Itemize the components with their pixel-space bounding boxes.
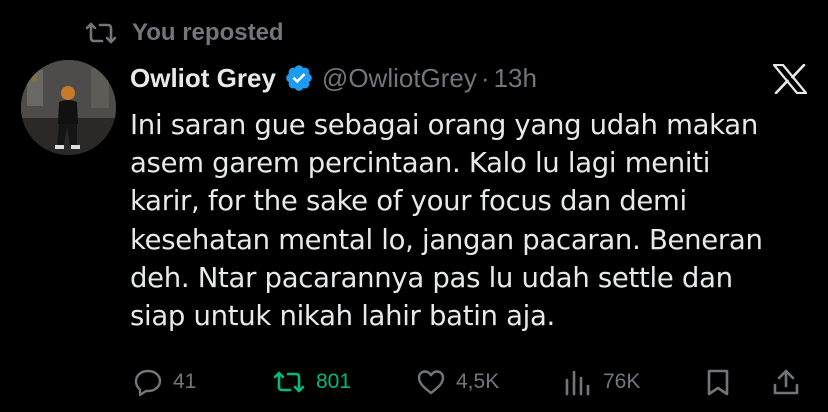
- avatar-photo: [21, 60, 116, 155]
- bookmark-icon: [707, 369, 729, 396]
- reply-count: 41: [173, 370, 197, 393]
- repost-button[interactable]: 801: [272, 364, 351, 400]
- share-icon: [773, 369, 799, 395]
- verified-badge-icon[interactable]: [284, 63, 314, 93]
- like-button[interactable]: 4,5K: [416, 364, 499, 400]
- share-button[interactable]: [771, 364, 811, 400]
- tweet-text: Ini saran gue sebagai orang yang udah ma…: [130, 109, 763, 333]
- repost-banner-text: You reposted: [132, 19, 284, 46]
- heart-icon: [417, 370, 445, 395]
- tweet-header: Owliot Grey @OwliotGrey · 13h: [130, 60, 537, 96]
- views-count: 76K: [603, 370, 641, 393]
- post-time[interactable]: 13h: [494, 63, 537, 94]
- like-count: 4,5K: [456, 370, 500, 393]
- repost-icon: [85, 22, 117, 44]
- action-bar: 41 801 4,5K 76K: [0, 364, 828, 400]
- repost-icon: [273, 371, 305, 393]
- repost-banner[interactable]: You reposted: [84, 17, 284, 49]
- reply-button[interactable]: 41: [133, 364, 196, 400]
- reply-icon: [134, 369, 162, 397]
- separator-dot: ·: [480, 62, 490, 93]
- bookmark-button[interactable]: [703, 364, 743, 400]
- author-name[interactable]: Owliot Grey: [130, 63, 276, 94]
- x-logo-icon: [773, 64, 807, 94]
- author-handle[interactable]: @OwliotGrey: [322, 63, 477, 94]
- avatar[interactable]: [21, 60, 116, 155]
- repost-count: 801: [316, 370, 352, 393]
- views-chart-icon: [565, 370, 590, 396]
- views-button[interactable]: 76K: [563, 364, 640, 400]
